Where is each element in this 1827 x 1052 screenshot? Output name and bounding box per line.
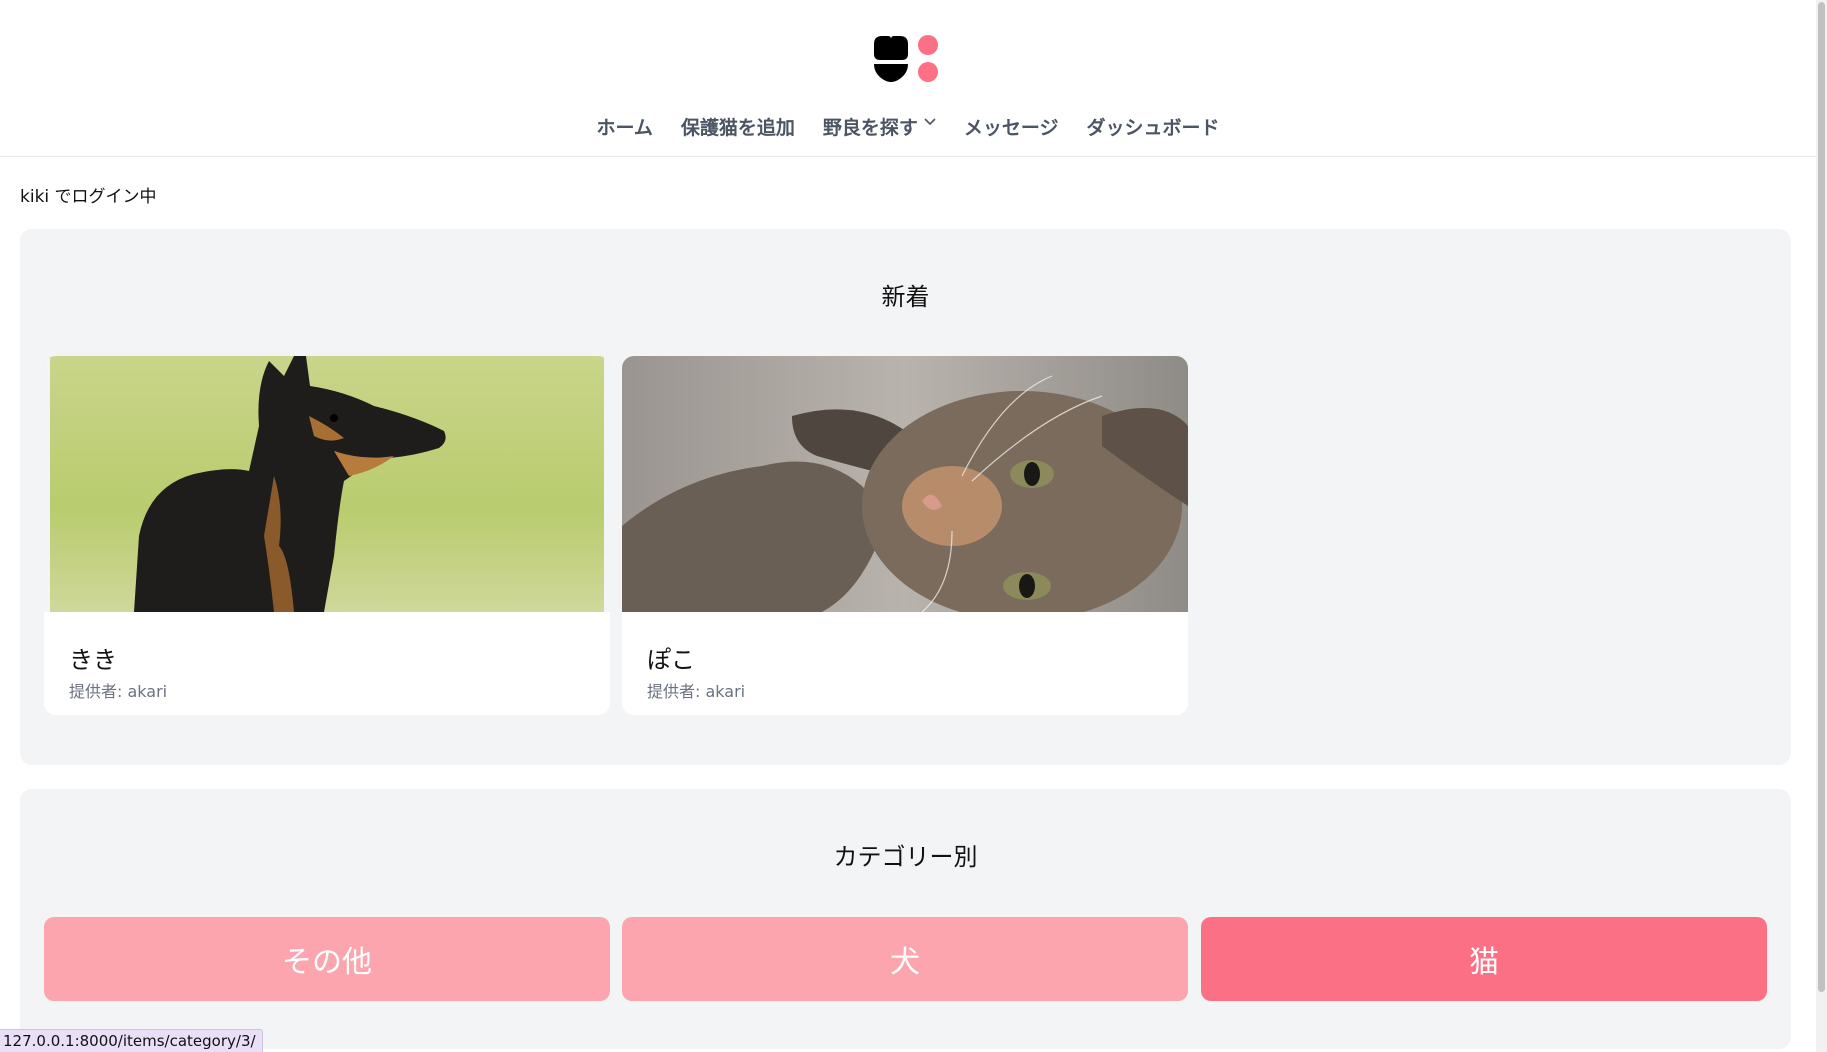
pet-card[interactable]: ぽこ 提供者: akari — [622, 356, 1188, 715]
nav-home[interactable]: ホーム — [582, 113, 666, 140]
nav-add-rescue-cat[interactable]: 保護猫を追加 — [667, 113, 809, 140]
main-nav: ホーム 保護猫を追加 野良を探す メッセージ ダッシュボード — [0, 113, 1816, 140]
section-title: 新着 — [881, 283, 930, 311]
scrollbar-thumb[interactable] — [1818, 2, 1825, 992]
nav-add-rescue-cat-label: 保護猫を追加 — [680, 117, 795, 139]
category-section: カテゴリー別 その他 犬 猫 — [20, 789, 1791, 1049]
pet-card[interactable]: きき 提供者: akari — [44, 356, 610, 715]
category-button-other[interactable]: その他 — [44, 917, 610, 1001]
category-button-cat[interactable]: 猫 — [1201, 917, 1767, 1001]
nav-messages[interactable]: メッセージ — [950, 113, 1073, 140]
pet-name: きき — [69, 646, 117, 674]
page: ホーム 保護猫を追加 野良を探す メッセージ ダッシュボード kiki でログイ… — [0, 0, 1816, 1052]
nav-find-strays-label: 野良を探す — [822, 117, 918, 139]
cat-photo — [622, 356, 1188, 612]
nav-messages-label: メッセージ — [963, 117, 1059, 139]
category-button-dog[interactable]: 犬 — [622, 917, 1188, 1001]
nav-home-label: ホーム — [596, 117, 653, 139]
site-header: ホーム 保護猫を追加 野良を探す メッセージ ダッシュボード — [0, 0, 1816, 157]
scrollbar[interactable] — [1816, 0, 1827, 1052]
chevron-down-icon — [924, 115, 936, 129]
logo[interactable] — [872, 34, 940, 86]
new-arrivals-section: 新着 きき 提供者: akari ぽこ 提供者: akari — [20, 229, 1791, 765]
pet-name: ぽこ — [647, 646, 695, 674]
section-title: カテゴリー別 — [833, 843, 978, 871]
status-bar-url: 127.0.0.1:8000/items/category/3/ — [0, 1029, 263, 1052]
pet-provider: 提供者: akari — [69, 682, 168, 701]
nav-dashboard[interactable]: ダッシュボード — [1073, 113, 1234, 140]
nav-find-strays[interactable]: 野良を探す — [809, 113, 950, 140]
login-status: kiki でログイン中 — [20, 187, 157, 207]
nav-dashboard-label: ダッシュボード — [1086, 117, 1220, 139]
dog-photo — [44, 356, 610, 612]
pet-provider: 提供者: akari — [647, 682, 746, 701]
